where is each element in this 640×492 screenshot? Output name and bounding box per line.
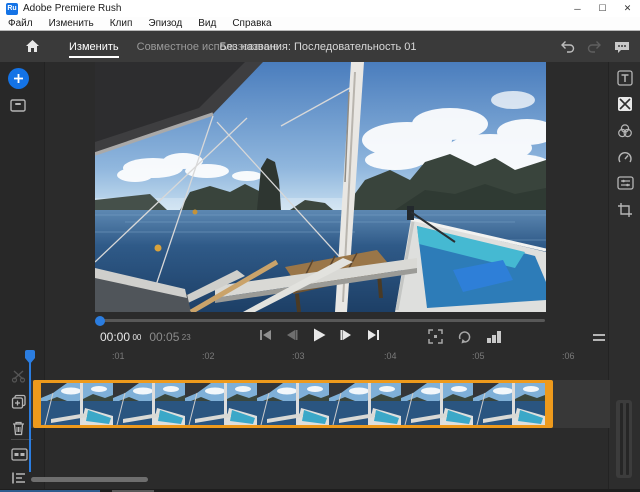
speed-icon[interactable] xyxy=(617,150,633,166)
transitions-icon[interactable] xyxy=(617,96,633,112)
sequence-title: Без названия: Последовательность 01 xyxy=(220,41,417,53)
menu-help[interactable]: Справка xyxy=(232,18,271,29)
clip-thumbnail xyxy=(113,383,185,425)
tab-edit[interactable]: Изменить xyxy=(69,31,119,62)
minimize-button[interactable]: ─ xyxy=(565,0,590,17)
transport-controls xyxy=(258,328,380,342)
redo-icon[interactable] xyxy=(587,40,602,53)
next-edit-button[interactable] xyxy=(366,328,380,342)
media-browser-icon[interactable] xyxy=(10,98,26,112)
audio-icon[interactable] xyxy=(617,176,634,190)
menu-file[interactable]: Файл xyxy=(8,18,33,29)
ruler-tick: :03 xyxy=(292,351,305,361)
horizontal-scrollbar[interactable] xyxy=(31,477,148,482)
ruler-tick: :02 xyxy=(202,351,215,361)
ruler-tick: :05 xyxy=(472,351,485,361)
maximize-button[interactable]: ☐ xyxy=(590,0,615,17)
clip-thumbnail xyxy=(329,383,401,425)
clip-thumbnail xyxy=(185,383,257,425)
step-forward-button[interactable] xyxy=(339,328,353,342)
audio-mixer-icon[interactable] xyxy=(11,471,27,485)
clip-filmstrip xyxy=(41,383,545,425)
video-preview[interactable] xyxy=(95,62,546,312)
timeline-menu-icon[interactable] xyxy=(592,333,606,342)
view-tools xyxy=(428,329,502,344)
duration-time: 00:05 xyxy=(149,330,179,344)
clip-thumbnail xyxy=(41,383,113,425)
track-options-icon[interactable] xyxy=(11,448,28,461)
feedback-icon[interactable] xyxy=(614,40,630,54)
playhead-line[interactable] xyxy=(29,350,31,472)
color-icon[interactable] xyxy=(617,123,633,139)
loop-icon[interactable] xyxy=(457,330,472,344)
titles-icon[interactable] xyxy=(617,70,633,86)
app-icon: Ru xyxy=(6,3,18,15)
clip-thumbnail xyxy=(401,383,473,425)
vertical-scrollbar[interactable] xyxy=(616,400,632,478)
timecode: 00:00 00 00:05 23 xyxy=(100,330,191,344)
current-time: 00:00 xyxy=(100,330,130,344)
clip-thumbnail xyxy=(257,383,329,425)
ruler-tick: :04 xyxy=(384,351,397,361)
menu-view[interactable]: Вид xyxy=(198,18,216,29)
ruler-tick: :01 xyxy=(112,351,125,361)
app-window: Ru Adobe Premiere Rush ─ ☐ ✕ Файл Измени… xyxy=(0,0,640,492)
duration-frames: 23 xyxy=(182,333,191,342)
duplicate-icon[interactable] xyxy=(11,394,27,410)
playhead-handle[interactable] xyxy=(24,349,36,366)
add-media-button[interactable] xyxy=(8,68,29,89)
step-back-button[interactable] xyxy=(285,328,299,342)
home-icon[interactable] xyxy=(24,38,41,55)
title-bar: Ru Adobe Premiere Rush ─ ☐ ✕ xyxy=(0,0,640,17)
undo-icon[interactable] xyxy=(560,40,575,53)
preview-scrubber[interactable] xyxy=(95,319,545,322)
split-icon[interactable] xyxy=(11,368,26,383)
timeline-clip-selected[interactable] xyxy=(33,380,553,428)
menu-edit[interactable]: Изменить xyxy=(49,18,94,29)
close-button[interactable]: ✕ xyxy=(615,0,640,17)
menu-sequence[interactable]: Эпизод xyxy=(148,18,182,29)
ruler-tick: :06 xyxy=(562,351,575,361)
tab-bar: Изменить Совместное использование Без на… xyxy=(0,31,640,62)
menu-clip[interactable]: Клип xyxy=(110,18,133,29)
fullscreen-icon[interactable] xyxy=(428,329,443,344)
menu-bar: Файл Изменить Клип Эпизод Вид Справка xyxy=(0,17,640,31)
crop-icon[interactable] xyxy=(617,202,633,218)
delete-icon[interactable] xyxy=(11,420,26,436)
playback-quality-icon[interactable] xyxy=(486,330,502,344)
current-frames: 00 xyxy=(132,333,141,342)
window-title: Adobe Premiere Rush xyxy=(23,3,121,14)
previous-edit-button[interactable] xyxy=(258,328,272,342)
clip-thumbnail xyxy=(473,383,545,425)
scrubber-handle[interactable] xyxy=(95,316,105,326)
play-button[interactable] xyxy=(312,328,326,342)
